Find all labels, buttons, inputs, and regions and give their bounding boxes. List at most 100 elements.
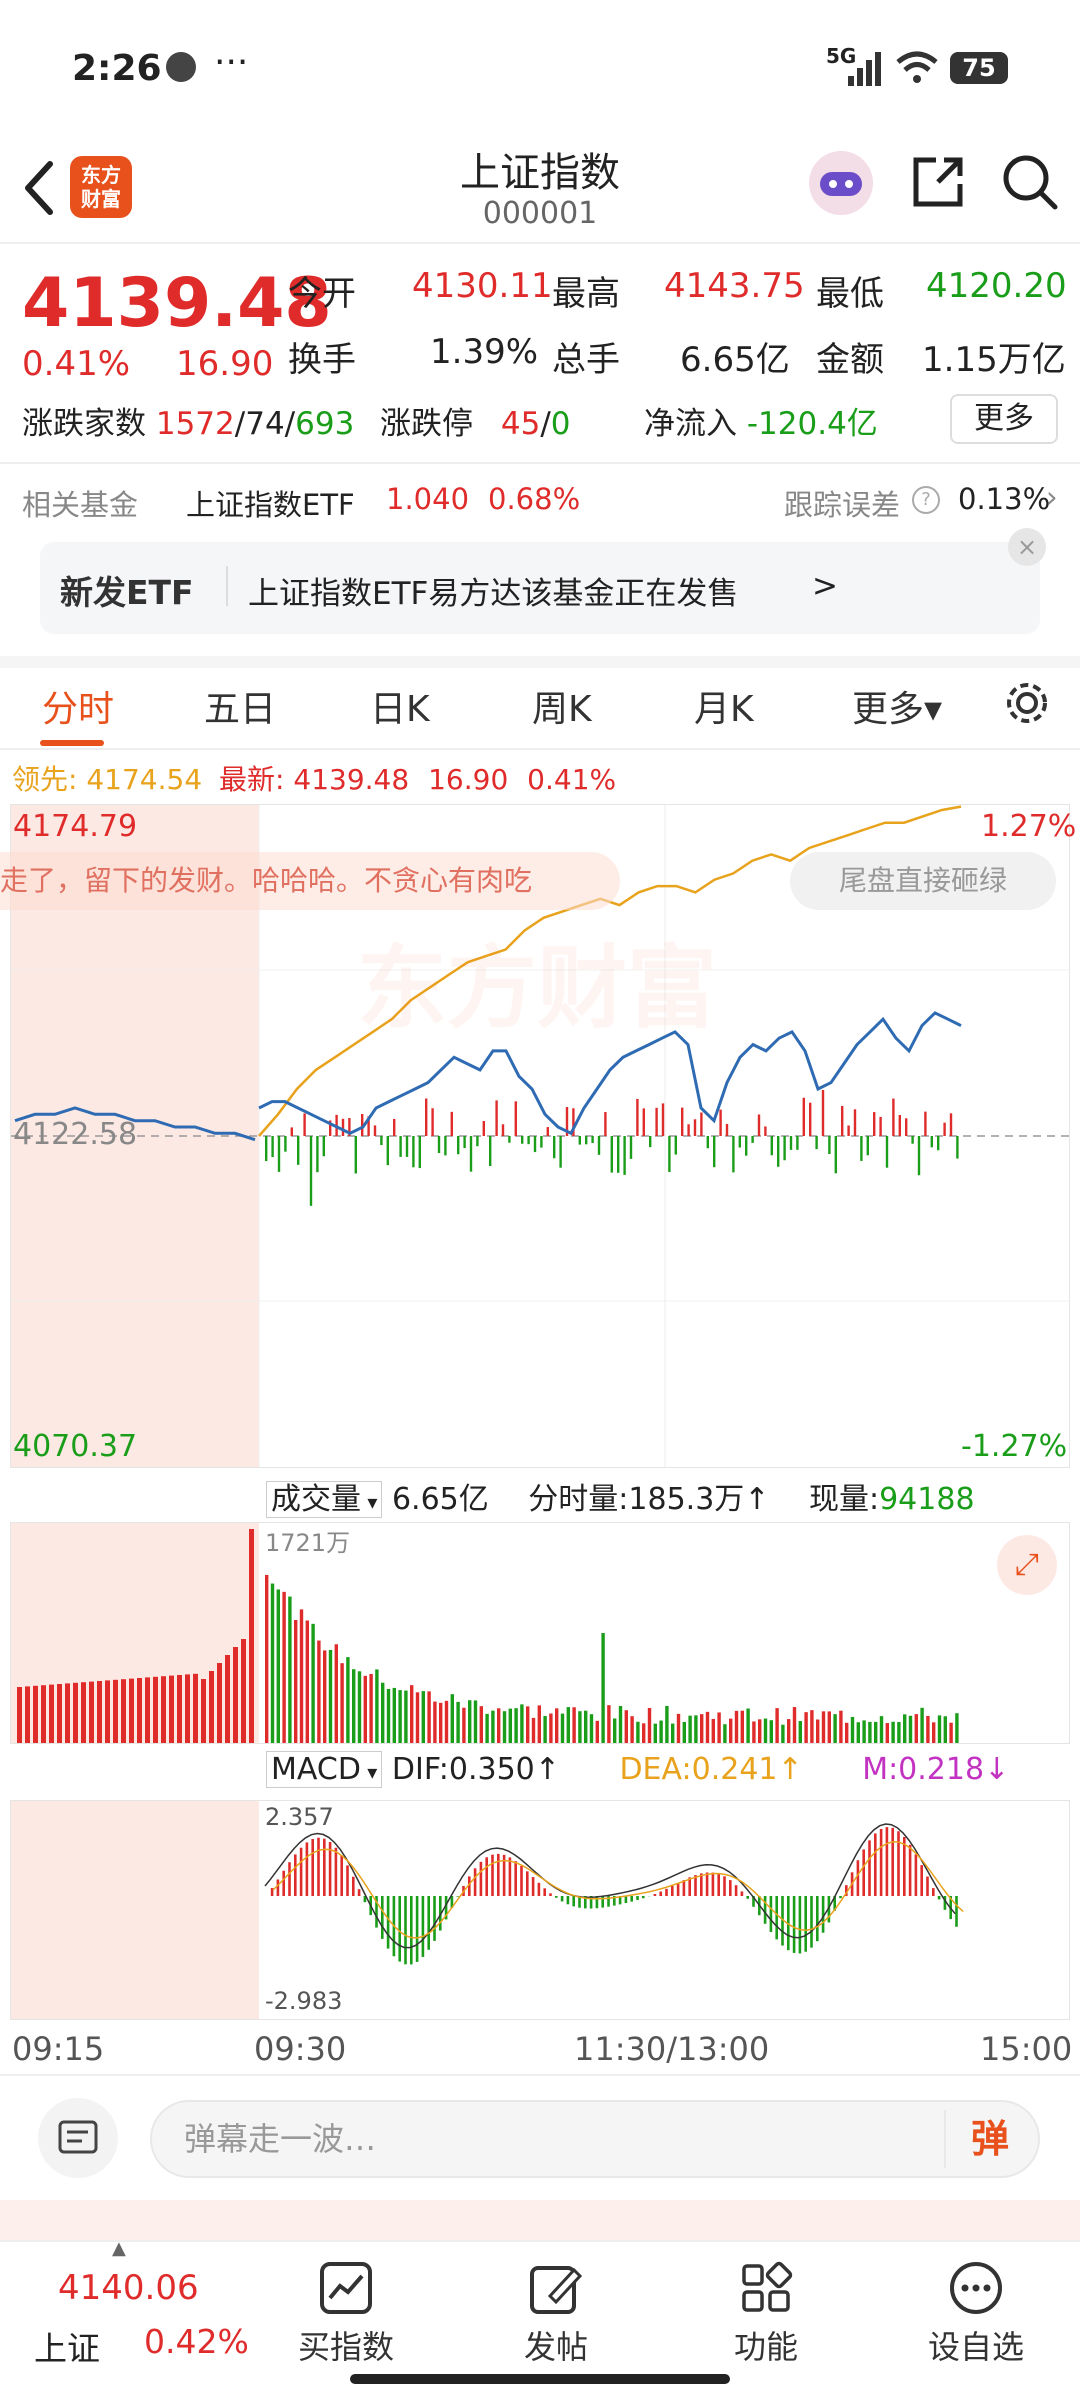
volume-chart[interactable]: 1721万 ⤢: [10, 1522, 1070, 1744]
macd-plot: [264, 1823, 964, 1965]
fenshi-flow-bar: [617, 1136, 620, 1173]
fenshi-flow-bar: [815, 1136, 818, 1150]
functions-button[interactable]: 功能: [696, 2242, 836, 2368]
volume-bar: [694, 1715, 698, 1743]
macd-bar: [357, 1889, 361, 1896]
netflow-row[interactable]: 净流入 -120.4亿: [644, 398, 878, 443]
volume-bar: [346, 1657, 350, 1743]
fenshi-flow-bar: [457, 1136, 460, 1155]
macd-bar: [653, 1894, 657, 1896]
tab-fenshi[interactable]: 分时: [42, 680, 114, 732]
tab-more[interactable]: 更多▾: [852, 680, 942, 732]
volume-bar: [73, 1682, 78, 1743]
volume-bar: [584, 1710, 588, 1743]
macd-bar: [723, 1876, 726, 1896]
tab-daily-k[interactable]: 日K: [370, 680, 430, 732]
fenshi-flow-bar: [508, 1136, 511, 1143]
volume-bar: [630, 1716, 634, 1743]
volume-bar: [25, 1686, 30, 1743]
volume-bar: [560, 1713, 565, 1743]
share-icon[interactable]: [908, 152, 968, 212]
volume-bar: [642, 1723, 646, 1743]
turnover-value: 1.39%: [430, 332, 539, 372]
breadth-row[interactable]: 涨跌家数 1572/74/693: [22, 398, 354, 443]
related-fund-row[interactable]: 相关基金 上证指数ETF 1.040 0.68% 跟踪误差 ? 0.13% ›: [0, 474, 1080, 530]
functions-label: 功能: [733, 2328, 798, 2366]
macd-bar: [676, 1882, 680, 1896]
macd-selector[interactable]: MACD ▾: [266, 1751, 383, 1788]
breadth-up: 1572: [155, 406, 235, 442]
lead-value: 4174.54: [86, 763, 203, 796]
macd-bar: [897, 1831, 900, 1896]
fenshi-flow-bar: [764, 1126, 767, 1136]
ai-assistant-icon[interactable]: [806, 148, 876, 218]
danmu-input[interactable]: 弹幕走一波…: [150, 2100, 1040, 2178]
help-icon[interactable]: ?: [912, 486, 940, 514]
volume-bar: [288, 1596, 292, 1743]
volume-bar: [444, 1700, 449, 1743]
settings-icon[interactable]: [1002, 678, 1052, 728]
macd-bar: [311, 1839, 314, 1896]
index-price[interactable]: 4140.06: [58, 2268, 199, 2308]
fenshi-flow-bar: [476, 1136, 479, 1147]
more-quote-button[interactable]: 更多: [950, 394, 1058, 444]
tab-monthly-k[interactable]: 月K: [694, 680, 754, 732]
limit-row[interactable]: 涨跌停 45/0: [380, 398, 571, 443]
add-watchlist-button[interactable]: 设自选: [906, 2242, 1046, 2368]
fenshi-flow-bar: [911, 1136, 914, 1144]
buy-index-label: 买指数: [297, 2328, 394, 2366]
macd-bar: [682, 1880, 686, 1896]
time-label-0930: 09:30: [254, 2030, 347, 2068]
macd-bar: [642, 1896, 645, 1899]
index-name[interactable]: 上证: [34, 2322, 100, 2370]
volume-bar: [920, 1707, 924, 1743]
volume-bar: [607, 1705, 611, 1743]
fenshi-flow-bar: [501, 1124, 505, 1136]
macd-bar: [520, 1865, 523, 1896]
new-etf-banner[interactable]: 新发ETF 上证指数ETF易方达该基金正在发售 > ×: [40, 528, 1046, 634]
index-pct[interactable]: 0.42%: [144, 2322, 249, 2361]
volume-bar: [932, 1722, 936, 1743]
volume-bar: [57, 1684, 62, 1743]
volume-bar: [497, 1708, 501, 1743]
macd-bar: [323, 1838, 326, 1896]
macd-bar: [485, 1857, 488, 1896]
limit-down: 0: [550, 406, 571, 442]
macd-bar: [636, 1896, 639, 1901]
macd-dea: DEA:0.241↑: [619, 1752, 803, 1787]
tab-weekly-k[interactable]: 周K: [532, 680, 592, 732]
fenshi-flow-bar: [809, 1102, 812, 1136]
fenshi-flow-bar: [553, 1136, 556, 1159]
fenshi-flow-bar: [297, 1136, 300, 1165]
macd-chart[interactable]: 2.357 -2.983: [10, 1800, 1070, 2020]
danmu-send-button[interactable]: 弹: [944, 2110, 1034, 2168]
volume-selector[interactable]: 成交量 ▾: [266, 1481, 383, 1518]
fenshi-flow-bar: [873, 1112, 876, 1136]
y-bottom-pct: -1.27%: [961, 1429, 1068, 1464]
volume-bar: [700, 1714, 704, 1743]
tab-5day[interactable]: 五日: [204, 680, 276, 732]
volume-bar: [682, 1721, 686, 1743]
macd-bar: [891, 1827, 894, 1896]
search-icon[interactable]: [1000, 152, 1060, 212]
volume-bar: [217, 1663, 222, 1743]
macd-bar: [671, 1885, 674, 1896]
volume-bar: [317, 1640, 321, 1743]
macd-bar: [346, 1865, 349, 1896]
volume-bar: [241, 1639, 246, 1743]
volume-bar: [595, 1720, 599, 1743]
breadth-down: 693: [295, 406, 355, 442]
post-button[interactable]: 发帖: [486, 2242, 626, 2368]
buy-index-button[interactable]: 买指数: [276, 2242, 416, 2368]
expand-icon[interactable]: ⤢: [997, 1535, 1057, 1595]
volume-bars: [17, 1529, 959, 1743]
volume-bar: [456, 1701, 460, 1743]
macd-bar: [955, 1896, 958, 1927]
macd-bar: [572, 1896, 575, 1907]
comment-list-icon[interactable]: [38, 2098, 118, 2178]
volume-total: 6.65亿: [391, 1482, 489, 1517]
volume-bar: [810, 1710, 814, 1743]
banner-divider: [226, 566, 228, 606]
close-icon[interactable]: ×: [1008, 528, 1046, 566]
volume-bar: [473, 1700, 478, 1743]
